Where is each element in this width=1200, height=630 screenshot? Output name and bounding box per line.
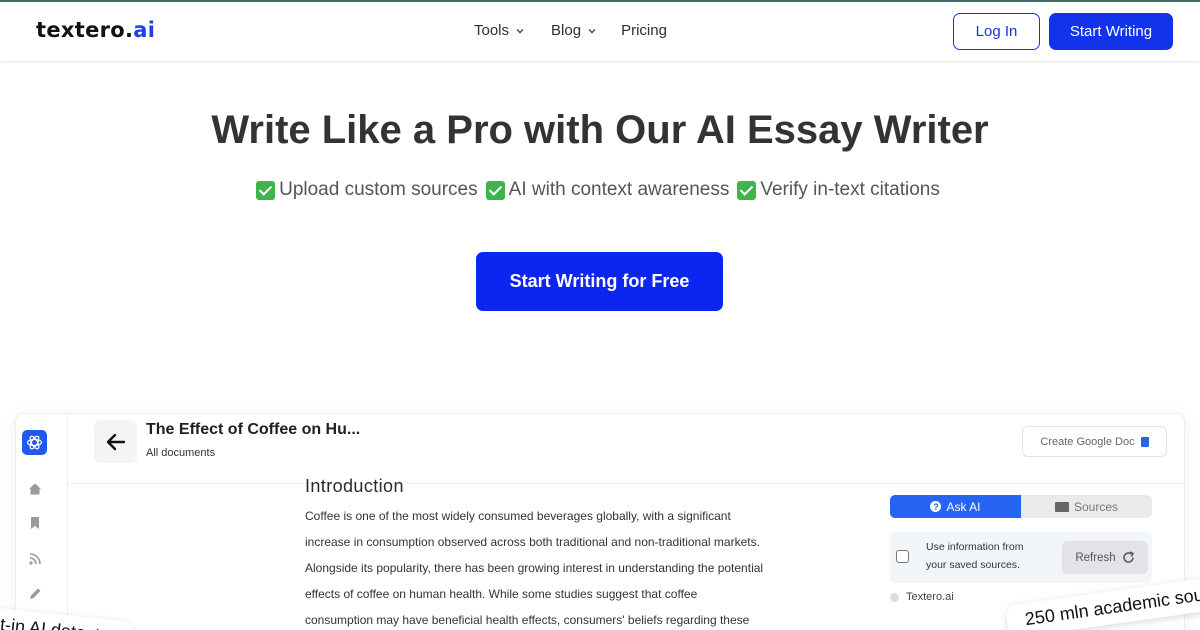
hero-features: Upload custom sources AI with context aw…: [0, 179, 1200, 201]
site-header: textero.ai Tools Blog Pricing Log In Sta…: [0, 2, 1200, 62]
paragraph-line: consumption may have beneficial health e…: [305, 613, 750, 627]
logo[interactable]: textero.ai: [36, 18, 155, 42]
feature-item: Verify in-text citations: [737, 179, 940, 201]
refresh-button[interactable]: Refresh: [1062, 541, 1148, 574]
chevron-down-icon: [515, 26, 525, 36]
check-mark-icon: [256, 180, 276, 200]
feature-label: Upload custom sources: [279, 179, 478, 200]
hero-title: Write Like a Pro with Our AI Essay Write…: [211, 108, 989, 152]
feed-icon[interactable]: [28, 552, 42, 566]
nav-item-label: Pricing: [621, 22, 667, 39]
use-sources-option: Use information from your saved sources.…: [890, 532, 1152, 583]
paragraph-line: Alongside its popularity, there has been…: [305, 561, 764, 575]
use-sources-label: Use information from your saved sources.: [926, 541, 1024, 571]
login-button[interactable]: Log In: [953, 13, 1040, 50]
logo-text: textero: [36, 18, 125, 42]
document-body[interactable]: Introduction Coffee is one of the most w…: [305, 476, 845, 630]
assistant-panel: ? Ask AI Sources Use information from yo…: [890, 495, 1152, 603]
document-topbar: The Effect of Coffee on Hu... All docume…: [68, 414, 1184, 484]
app-preview: The Effect of Coffee on Hu... All docume…: [15, 413, 1185, 630]
refresh-icon: [1122, 551, 1134, 563]
refresh-label: Refresh: [1075, 551, 1116, 564]
main-nav: Tools Blog Pricing: [474, 22, 667, 39]
nav-item-blog[interactable]: Blog: [551, 22, 597, 39]
bookmark-icon[interactable]: [28, 516, 42, 530]
app-logo-icon: [22, 430, 47, 455]
question-icon: ?: [930, 501, 942, 512]
tab-label: Ask AI: [946, 499, 981, 514]
document-title: The Effect of Coffee on Hu...: [146, 421, 361, 438]
back-arrow-icon[interactable]: [94, 420, 137, 463]
nav-item-pricing[interactable]: Pricing: [621, 22, 667, 39]
home-icon[interactable]: [28, 482, 42, 496]
book-icon: [1054, 501, 1069, 512]
feature-label: AI with context awareness: [508, 179, 730, 200]
check-mark-icon: [485, 180, 505, 200]
logo-suffix: ai: [133, 18, 156, 42]
app-sidebar: [16, 414, 68, 630]
nav-item-label: Tools: [474, 22, 510, 39]
use-sources-checkbox[interactable]: [896, 550, 909, 563]
feature-item: AI with context awareness: [485, 179, 730, 201]
paragraph-line: increase in consumption observed across …: [305, 535, 760, 549]
google-doc-icon: [1140, 436, 1149, 447]
assistant-tabs: ? Ask AI Sources: [890, 495, 1152, 518]
check-mark-icon: [737, 180, 757, 200]
breadcrumb[interactable]: All documents: [146, 447, 215, 459]
tab-sources[interactable]: Sources: [1021, 495, 1152, 518]
feature-item: Upload custom sources: [256, 179, 478, 201]
start-writing-button[interactable]: Start Writing: [1049, 13, 1173, 50]
nav-item-tools[interactable]: Tools: [474, 22, 525, 39]
start-writing-free-button[interactable]: Start Writing for Free: [476, 252, 723, 311]
tab-label: Sources: [1073, 499, 1119, 514]
paragraph-line: Coffee is one of the most widely consume…: [305, 509, 731, 523]
tab-ask-ai[interactable]: ? Ask AI: [890, 495, 1021, 518]
create-google-doc-label: Create Google Doc: [1040, 435, 1135, 448]
create-google-doc-button[interactable]: Create Google Doc: [1022, 426, 1167, 457]
nav-item-label: Blog: [551, 22, 582, 39]
section-heading: Introduction: [305, 476, 404, 496]
paragraph-line: effects of coffee on human health. While…: [305, 587, 698, 601]
chevron-down-icon: [587, 26, 597, 36]
feature-label: Verify in-text citations: [760, 179, 940, 200]
pencil-icon[interactable]: [28, 587, 42, 601]
